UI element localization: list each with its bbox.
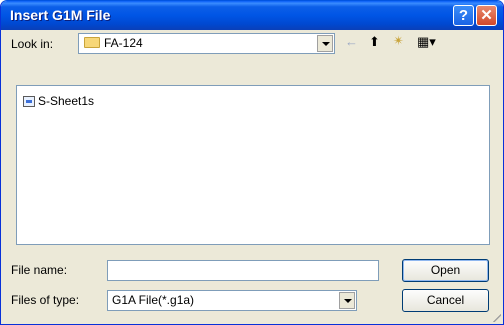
window-title: Insert G1M File bbox=[10, 7, 111, 23]
look-in-dropdown[interactable]: FA-124 bbox=[78, 33, 335, 54]
folder-icon bbox=[84, 37, 100, 48]
look-in-label: Look in: bbox=[11, 37, 54, 51]
chevron-down-icon[interactable] bbox=[317, 35, 333, 52]
views-menu-icon[interactable]: ▦▾ bbox=[417, 34, 436, 50]
close-button[interactable]: ✕ bbox=[476, 5, 497, 26]
file-name: S-Sheet1s bbox=[38, 94, 95, 108]
up-folder-icon[interactable]: ⬆ bbox=[369, 34, 380, 50]
title-bar: Insert G1M File ? ✕ bbox=[1, 1, 503, 30]
files-of-type-dropdown[interactable]: G1A File(*.g1a) bbox=[107, 290, 357, 311]
cancel-button[interactable]: Cancel bbox=[402, 289, 489, 312]
help-button[interactable]: ? bbox=[453, 5, 474, 26]
look-in-value: FA-124 bbox=[104, 36, 143, 50]
files-of-type-label: Files of type: bbox=[11, 293, 80, 307]
files-of-type-value: G1A File(*.g1a) bbox=[112, 293, 195, 307]
open-button[interactable]: Open bbox=[402, 259, 489, 282]
back-icon[interactable]: ← bbox=[345, 34, 358, 49]
file-name-input[interactable] bbox=[107, 260, 379, 281]
new-folder-icon[interactable]: ✴ bbox=[393, 33, 404, 49]
file-icon bbox=[23, 96, 35, 107]
insert-file-dialog: Insert G1M File ? ✕ Look in: FA-124 ← ⬆ … bbox=[0, 0, 504, 325]
resize-grip[interactable] bbox=[491, 312, 501, 322]
file-list[interactable]: S-Sheet1s bbox=[16, 85, 490, 245]
file-name-label: File name: bbox=[11, 263, 68, 277]
chevron-down-icon[interactable] bbox=[339, 292, 355, 309]
